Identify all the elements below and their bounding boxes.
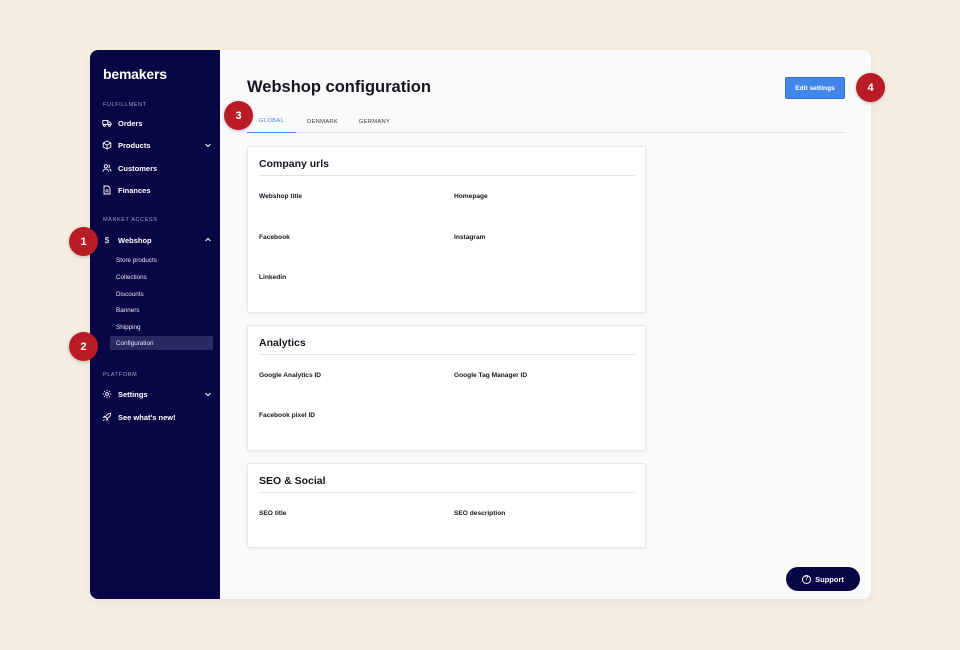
field-google-tag-manager-id: Google Tag Manager ID [454, 372, 528, 379]
chevron-up-icon [204, 236, 212, 244]
divider [259, 354, 635, 355]
sidebar-item-products[interactable]: Products [102, 137, 212, 153]
card-title: Analytics [259, 337, 306, 349]
step-marker-1: 1 [69, 227, 98, 256]
chevron-down-icon [204, 390, 212, 398]
sidebar-item-finances[interactable]: Finances [102, 182, 212, 198]
card-title: SEO & Social [259, 475, 326, 487]
divider [259, 492, 635, 493]
tab-denmark[interactable]: DENMARK [298, 110, 347, 133]
tab-global[interactable]: GLOBAL [247, 110, 296, 133]
logo: bemakers [103, 66, 167, 82]
sidebar-item-whats-new[interactable]: See what's new! [102, 409, 212, 425]
tab-germany[interactable]: GERMANY [349, 110, 400, 133]
sidebar-subitem-configuration[interactable]: Configuration [110, 336, 213, 350]
sidebar-item-settings[interactable]: Settings [102, 386, 212, 402]
sidebar-subitem-banners[interactable]: Banners [110, 303, 213, 317]
sidebar-item-label: Customers [118, 163, 158, 173]
field-facebook: Facebook [259, 234, 290, 241]
sidebar-subitem-discounts[interactable]: Discounts [110, 287, 213, 301]
chevron-down-icon [204, 141, 212, 149]
field-facebook-pixel-id: Facebook pixel ID [259, 412, 316, 419]
dollar-icon: $ [104, 235, 110, 245]
sidebar-item-customers[interactable]: Customers [102, 160, 212, 176]
edit-settings-button[interactable]: Edit settings [785, 77, 845, 99]
step-marker-2: 2 [69, 332, 98, 361]
sidebar-item-label: Finances [118, 185, 151, 195]
sidebar-item-label: Settings [118, 389, 148, 399]
sidebar-item-webshop[interactable]: $ Webshop [102, 232, 212, 248]
field-seo-description: SEO description [454, 510, 506, 517]
document-icon [102, 185, 112, 195]
country-tabs: GLOBAL DENMARK GERMANY [247, 110, 846, 133]
card-title: Company urls [259, 158, 330, 170]
sidebar-item-label: See what's new! [118, 412, 176, 422]
support-label: Support [815, 574, 844, 584]
sidebar-item-orders[interactable]: Orders [102, 115, 212, 131]
section-label-platform: PLATFORM [103, 372, 138, 378]
field-linkedin: Linkedin [259, 274, 287, 281]
company-urls-card: Company urls Webshop title Homepage Face… [247, 146, 646, 313]
sidebar: bemakers FULFILLMENT Orders Products Cus… [90, 50, 220, 599]
truck-icon [102, 118, 112, 128]
seo-social-card: SEO & Social SEO title SEO description [247, 463, 646, 548]
divider [259, 175, 635, 176]
sidebar-subitem-collections[interactable]: Collections [110, 270, 213, 284]
section-label-market-access: MARKET ACCESS [103, 217, 158, 223]
step-marker-4: 4 [856, 73, 885, 102]
field-homepage: Homepage [454, 193, 488, 200]
field-google-analytics-id: Google Analytics ID [259, 372, 322, 379]
section-label-fulfillment: FULFILLMENT [103, 102, 147, 108]
sidebar-subitem-store-products[interactable]: Store products [110, 253, 213, 267]
app-window: bemakers FULFILLMENT Orders Products Cus… [90, 50, 871, 599]
question-icon: ? [802, 574, 812, 584]
sidebar-item-label: Products [118, 140, 151, 150]
gear-icon [102, 389, 112, 399]
analytics-card: Analytics Google Analytics ID Google Tag… [247, 325, 646, 451]
sidebar-item-label: Orders [118, 118, 143, 128]
field-instagram: Instagram [454, 234, 486, 241]
step-marker-3: 3 [224, 101, 253, 130]
page-title: Webshop configuration [247, 78, 431, 96]
sidebar-subitem-shipping[interactable]: Shipping [110, 320, 213, 334]
users-icon [102, 163, 112, 173]
field-webshop-title: Webshop title [259, 193, 303, 200]
box-icon [102, 140, 112, 150]
support-button[interactable]: ? Support [786, 567, 860, 591]
sidebar-item-label: Webshop [118, 235, 152, 245]
field-seo-title: SEO title [259, 510, 287, 517]
rocket-icon [102, 412, 112, 422]
main-content: Webshop configuration Edit settings GLOB… [220, 50, 871, 599]
